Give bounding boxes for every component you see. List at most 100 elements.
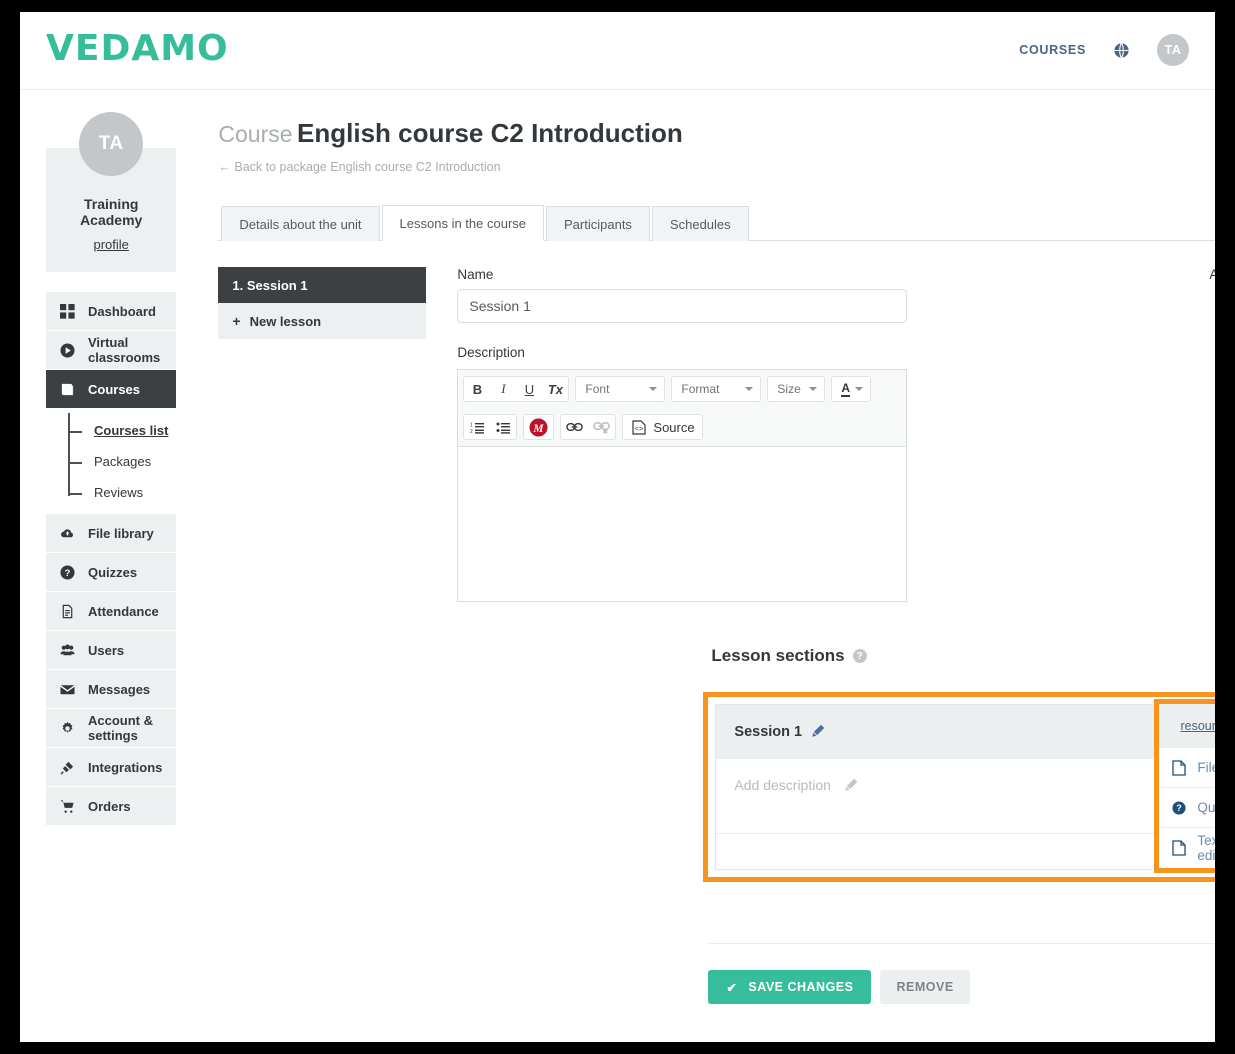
- add-teacher-label: Add teacher / teachers: [1209, 267, 1215, 282]
- lesson-list: 1. Session 1 + New lesson: [218, 267, 427, 602]
- cart-icon: [60, 799, 75, 814]
- book-icon: [60, 382, 75, 397]
- pencil-icon[interactable]: [835, 777, 858, 793]
- size-dropdown[interactable]: Size: [767, 376, 826, 402]
- description-textarea[interactable]: [457, 447, 908, 602]
- svg-text:M: M: [533, 422, 545, 434]
- sidebar-menu: Dashboard Virtual classrooms Courses Cou…: [46, 292, 177, 826]
- user-avatar[interactable]: TA: [1157, 34, 1189, 66]
- svg-text:?: ?: [1177, 803, 1182, 813]
- svg-text:1: 1: [470, 422, 473, 428]
- file-icon: [1172, 840, 1187, 856]
- tab-schedules[interactable]: Schedules: [651, 206, 749, 241]
- resources-menu-item-text-editor[interactable]: Text editor: [1159, 828, 1215, 868]
- top-header: VEDAMO COURSES TA: [20, 12, 1215, 90]
- resources-dropdown-toggle[interactable]: resources: [1159, 704, 1215, 748]
- chevron-down-icon: [745, 387, 754, 391]
- lesson-sections-heading: Lesson sections ?: [711, 646, 1215, 666]
- lesson-section-footer: [716, 834, 1215, 869]
- mathtype-button[interactable]: M: [524, 415, 553, 439]
- nav-courses[interactable]: COURSES: [1019, 43, 1086, 57]
- link-button[interactable]: [561, 415, 588, 439]
- pencil-icon[interactable]: [802, 723, 825, 741]
- lesson-section-title: Session 1: [734, 724, 803, 740]
- teacher-panel: Add teacher / teachers ? + ADD NEW TEACH…: [1183, 267, 1215, 602]
- font-dropdown[interactable]: Font: [575, 376, 666, 402]
- sidebar-item-orders[interactable]: Orders: [46, 787, 177, 826]
- save-changes-label: SAVE CHANGES: [748, 980, 854, 994]
- profile-name: Training Academy: [80, 196, 143, 228]
- description-editor: B I U Tx Font Format Size A 1 2 M <> Sou…: [457, 369, 908, 602]
- main-content: Course English course C2 Introduction ← …: [202, 90, 1215, 1004]
- back-arrow-icon: ←: [218, 160, 231, 174]
- question-circle-icon: ?: [60, 564, 75, 580]
- sidebar-item-label: Account & settings: [88, 713, 153, 743]
- sidebar-subitem-reviews[interactable]: Reviews: [46, 477, 176, 508]
- sidebar-item-attendance[interactable]: Attendance: [46, 592, 177, 631]
- save-changes-button[interactable]: ✔ SAVE CHANGES: [708, 970, 872, 1004]
- new-lesson-button[interactable]: + New lesson: [218, 303, 427, 339]
- sidebar-item-label: Attendance: [88, 603, 159, 619]
- chevron-down-icon: [809, 387, 818, 391]
- remove-format-button[interactable]: Tx: [542, 377, 568, 401]
- editor-toolbar: B I U Tx Font Format Size A 1 2 M <> Sou…: [457, 369, 908, 447]
- sidebar-item-label: File library: [88, 525, 154, 541]
- page-title-text: English course C2 Introduction: [297, 118, 683, 148]
- app-shell: TA Training Academy profile Dashboard Vi…: [20, 90, 1215, 1004]
- sidebar-item-account-settings[interactable]: Account & settings: [46, 709, 177, 748]
- resources-menu-item-files[interactable]: Files: [1159, 748, 1215, 788]
- sidebar-item-users[interactable]: Users: [46, 631, 177, 670]
- plug-icon: [60, 760, 75, 775]
- text-color-dropdown[interactable]: A: [831, 376, 872, 402]
- vedamo-logo[interactable]: VEDAMO: [46, 28, 229, 69]
- format-dropdown-label: Format: [681, 382, 720, 396]
- sidebar-item-file-library[interactable]: File library: [46, 514, 177, 553]
- sidebar-item-quizzes[interactable]: ? Quizzes: [46, 553, 177, 592]
- lesson-section-card: Session 1 reminders ✕ Add description: [715, 704, 1215, 870]
- sidebar-item-messages[interactable]: Messages: [46, 670, 177, 709]
- page-title: Course English course C2 Introduction: [218, 118, 1215, 149]
- tab-details-about-the-unit[interactable]: Details about the unit: [221, 206, 380, 241]
- sidebar-subitem-courses-list[interactable]: Courses list: [46, 415, 176, 446]
- sidebar-subitem-packages[interactable]: Packages: [46, 446, 176, 477]
- add-new-section-button[interactable]: + ADD NEW SECTION: [703, 888, 1215, 905]
- play-circle-icon: [60, 342, 75, 358]
- resources-menu-item-label: Quiz: [1197, 800, 1215, 815]
- tab-participants[interactable]: Participants: [546, 206, 650, 241]
- lesson-section-highlight-box: Session 1 reminders ✕ Add description: [703, 692, 1215, 882]
- italic-button[interactable]: I: [490, 377, 516, 401]
- lesson-sections: Lesson sections ? Session 1 reminders: [218, 646, 1215, 1004]
- tab-lessons-in-the-course[interactable]: Lessons in the course: [381, 205, 545, 241]
- format-dropdown[interactable]: Format: [671, 376, 762, 402]
- plus-icon: +: [232, 313, 241, 329]
- source-button[interactable]: <> Source: [623, 415, 701, 439]
- profile-link[interactable]: profile: [93, 237, 128, 252]
- help-icon[interactable]: ?: [852, 649, 867, 663]
- resources-menu-item-quiz[interactable]: ? Quiz: [1159, 788, 1215, 828]
- back-to-package-link[interactable]: ← Back to package English course C2 Intr…: [218, 160, 1215, 174]
- bold-button[interactable]: B: [464, 377, 490, 401]
- remove-button[interactable]: REMOVE: [880, 970, 970, 1004]
- sidebar-item-courses[interactable]: Courses: [46, 370, 177, 409]
- sidebar-item-dashboard[interactable]: Dashboard: [46, 292, 177, 331]
- courses-submenu: Courses list Packages Reviews: [46, 409, 176, 514]
- unlink-button[interactable]: [588, 415, 615, 439]
- sidebar-item-integrations[interactable]: Integrations: [46, 748, 177, 787]
- mathtype-group: M: [523, 414, 555, 440]
- footer-actions: ✔ SAVE CHANGES REMOVE: [708, 970, 1215, 1004]
- lesson-list-item[interactable]: 1. Session 1: [218, 267, 427, 303]
- bulleted-list-button[interactable]: [490, 415, 516, 439]
- lesson-section-description[interactable]: Add description: [716, 759, 1215, 834]
- file-icon: [1172, 759, 1187, 776]
- globe-icon[interactable]: [1112, 41, 1131, 60]
- sidebar-item-label: Orders: [88, 798, 131, 814]
- sidebar-item-label: Courses: [88, 381, 141, 397]
- underline-button[interactable]: U: [516, 377, 542, 401]
- lesson-name-input[interactable]: [457, 289, 908, 323]
- add-teacher-heading: Add teacher / teachers ?: [1209, 267, 1215, 282]
- sidebar-item-virtual-classrooms[interactable]: Virtual classrooms: [46, 331, 177, 370]
- sidebar-item-label: Integrations: [88, 759, 163, 775]
- numbered-list-button[interactable]: 1 2: [464, 415, 490, 439]
- resources-dropdown-highlight-box: resources Files: [1154, 699, 1215, 873]
- sidebar-item-label: Messages: [88, 681, 151, 697]
